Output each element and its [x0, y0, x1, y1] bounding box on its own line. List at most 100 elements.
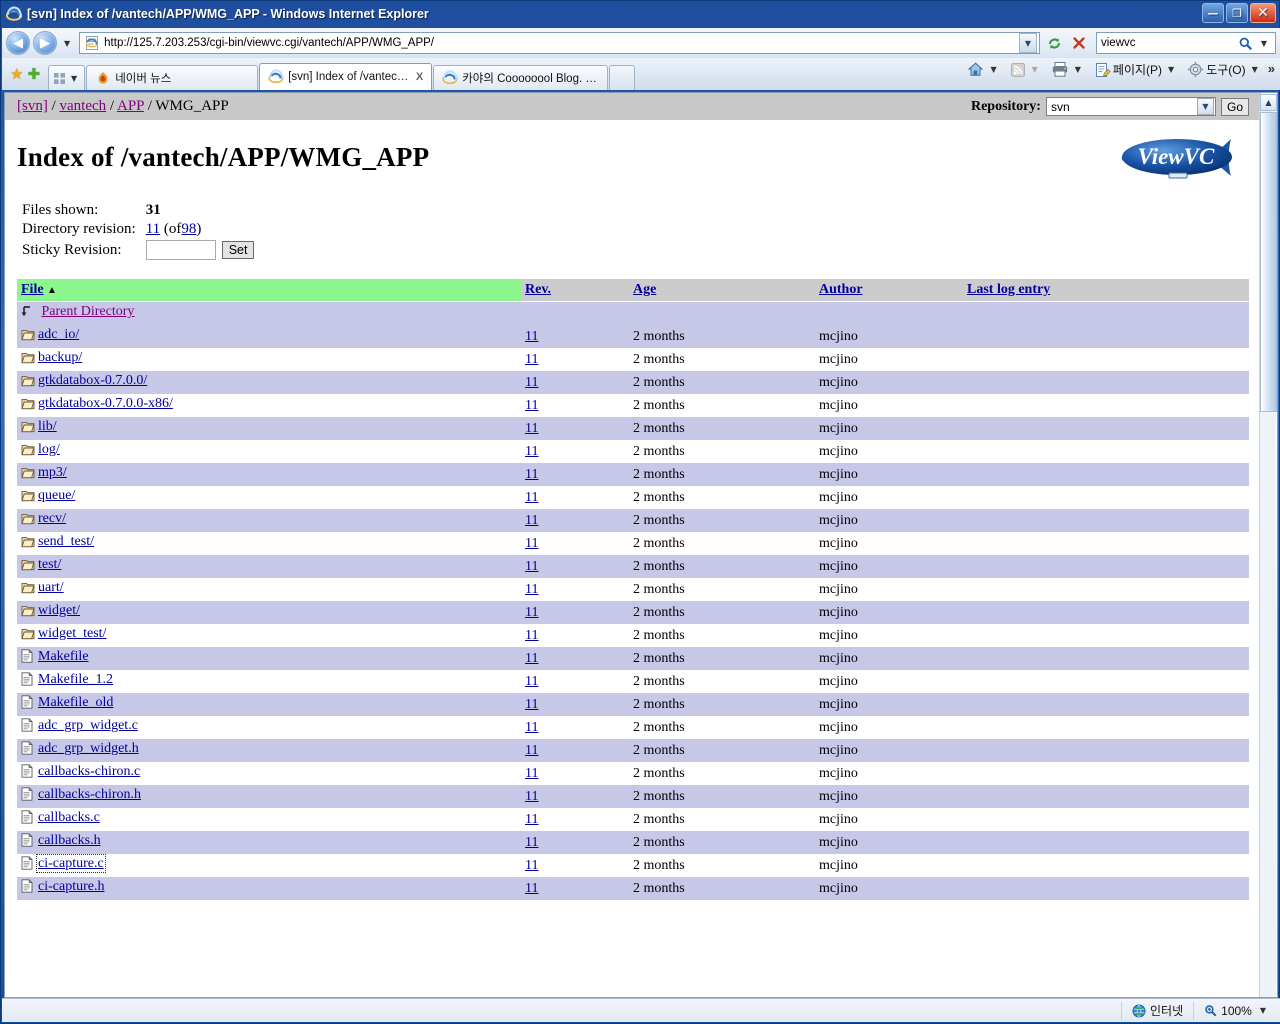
- directory-link[interactable]: send_test/: [38, 534, 94, 549]
- file-name-cell[interactable]: Makefile: [17, 647, 521, 670]
- revision-link[interactable]: 11: [525, 490, 538, 505]
- table-row[interactable]: Makefile_old 11 2 months mcjino: [17, 693, 1249, 716]
- directory-name-cell[interactable]: uart/: [17, 578, 521, 601]
- revision-cell[interactable]: 11: [521, 693, 629, 716]
- directory-link[interactable]: queue/: [38, 488, 75, 503]
- column-header-file[interactable]: File ▲: [17, 279, 521, 302]
- home-caret-icon[interactable]: ▼: [986, 65, 1000, 74]
- directory-name-cell[interactable]: queue/: [17, 486, 521, 509]
- revision-link[interactable]: 11: [525, 398, 538, 413]
- directory-name-cell[interactable]: mp3/: [17, 463, 521, 486]
- revision-cell[interactable]: 11: [521, 509, 629, 532]
- table-row[interactable]: callbacks.c 11 2 months mcjino: [17, 808, 1249, 831]
- minimize-button[interactable]: —: [1202, 3, 1224, 23]
- favorites-star-icon[interactable]: ★: [10, 66, 23, 82]
- zoom-control[interactable]: 100% ▼: [1193, 1001, 1280, 1020]
- table-row[interactable]: callbacks-chiron.h 11 2 months mcjino: [17, 785, 1249, 808]
- table-row[interactable]: callbacks-chiron.c 11 2 months mcjino: [17, 762, 1249, 785]
- tab-naver-news[interactable]: 네이버 뉴스: [86, 65, 259, 90]
- directory-link[interactable]: uart/: [38, 580, 64, 595]
- directory-link[interactable]: adc_io/: [38, 327, 79, 342]
- parent-directory-row[interactable]: Parent Directory: [17, 301, 1249, 325]
- revision-cell[interactable]: 11: [521, 854, 629, 877]
- tools-menu-button[interactable]: 도구(O) ▼: [1184, 61, 1265, 78]
- back-button[interactable]: ◀: [6, 31, 30, 55]
- revision-link[interactable]: 11: [525, 352, 538, 367]
- directory-name-cell[interactable]: widget/: [17, 601, 521, 624]
- directory-link[interactable]: widget/: [38, 603, 80, 618]
- table-row[interactable]: widget_test/11 2 months mcjino: [17, 624, 1249, 647]
- breadcrumb-item-vantech[interactable]: vantech: [60, 98, 107, 114]
- new-tab-button[interactable]: [609, 65, 636, 90]
- file-link[interactable]: adc_grp_widget.h: [38, 741, 139, 756]
- directory-link[interactable]: lib/: [38, 419, 57, 434]
- revision-cell[interactable]: 11: [521, 877, 629, 900]
- revision-cell[interactable]: 11: [521, 394, 629, 417]
- file-name-cell[interactable]: Makefile_1.2: [17, 670, 521, 693]
- repository-select[interactable]: svn ▼: [1045, 97, 1216, 116]
- directory-name-cell[interactable]: recv/: [17, 509, 521, 532]
- revision-cell[interactable]: 11: [521, 555, 629, 578]
- directory-name-cell[interactable]: gtkdatabox-0.7.0.0/: [17, 371, 521, 394]
- file-name-cell[interactable]: callbacks.c: [17, 808, 521, 831]
- feeds-button[interactable]: ▼: [1007, 62, 1045, 78]
- revision-link[interactable]: 11: [525, 743, 538, 758]
- revision-link[interactable]: 11: [525, 467, 538, 482]
- table-row[interactable]: gtkdatabox-0.7.0.0-x86/11 2 months mcjino: [17, 394, 1249, 417]
- revision-link[interactable]: 11: [525, 789, 538, 804]
- revision-cell[interactable]: 11: [521, 532, 629, 555]
- search-input[interactable]: viewvc: [1101, 37, 1235, 49]
- file-name-cell[interactable]: adc_grp_widget.h: [17, 739, 521, 762]
- revision-cell[interactable]: 11: [521, 486, 629, 509]
- address-bar[interactable]: http://125.7.203.253/cgi-bin/viewvc.cgi/…: [79, 32, 1040, 54]
- file-link[interactable]: callbacks-chiron.c: [38, 764, 140, 779]
- revision-link[interactable]: 11: [525, 858, 538, 873]
- breadcrumb-item-svn[interactable]: [svn]: [17, 98, 48, 114]
- add-to-favorites-icon[interactable]: ✚: [27, 66, 40, 82]
- print-button[interactable]: ▼: [1048, 61, 1088, 78]
- directory-link[interactable]: mp3/: [38, 465, 67, 480]
- parent-directory-cell[interactable]: Parent Directory: [17, 301, 521, 325]
- scrollbar-thumb[interactable]: [1260, 112, 1277, 412]
- file-link[interactable]: ci-capture.h: [38, 879, 104, 894]
- revision-link[interactable]: 11: [525, 881, 538, 896]
- directory-name-cell[interactable]: log/: [17, 440, 521, 463]
- tab-viewvc-index[interactable]: [svn] Index of /vantech/... X: [259, 63, 433, 90]
- file-link[interactable]: callbacks.h: [38, 833, 101, 848]
- revision-link[interactable]: 11: [525, 513, 538, 528]
- file-link[interactable]: callbacks-chiron.h: [38, 787, 141, 802]
- revision-cell[interactable]: 11: [521, 463, 629, 486]
- table-row[interactable]: widget/11 2 months mcjino: [17, 601, 1249, 624]
- revision-cell[interactable]: 11: [521, 325, 629, 348]
- revision-cell[interactable]: 11: [521, 440, 629, 463]
- search-icon[interactable]: [1235, 33, 1257, 53]
- sort-by-file-link[interactable]: File: [21, 282, 44, 297]
- revision-cell[interactable]: 11: [521, 624, 629, 647]
- parent-directory-link[interactable]: Parent Directory: [42, 304, 135, 319]
- table-row[interactable]: test/11 2 months mcjino: [17, 555, 1249, 578]
- print-caret-icon[interactable]: ▼: [1071, 65, 1085, 74]
- file-link[interactable]: Makefile_old: [38, 695, 113, 710]
- table-row[interactable]: gtkdatabox-0.7.0.0/11 2 months mcjino: [17, 371, 1249, 394]
- file-name-cell[interactable]: Makefile_old: [17, 693, 521, 716]
- directory-link[interactable]: log/: [38, 442, 60, 457]
- revision-link[interactable]: 11: [525, 444, 538, 459]
- tools-menu-caret-icon[interactable]: ▼: [1248, 65, 1262, 74]
- revision-link[interactable]: 11: [525, 651, 538, 666]
- revision-link[interactable]: 11: [525, 720, 538, 735]
- revision-link[interactable]: 11: [525, 375, 538, 390]
- revision-link[interactable]: 11: [525, 421, 538, 436]
- directory-link[interactable]: recv/: [38, 511, 66, 526]
- table-row[interactable]: callbacks.h 11 2 months mcjino: [17, 831, 1249, 854]
- stop-icon[interactable]: [1068, 32, 1090, 54]
- table-row[interactable]: ci-capture.c 11 2 months mcjino: [17, 854, 1249, 877]
- quick-tabs-button[interactable]: ▼: [48, 65, 86, 90]
- sort-by-author-link[interactable]: Author: [819, 282, 863, 297]
- vertical-scrollbar[interactable]: ▲: [1259, 94, 1277, 997]
- revision-cell[interactable]: 11: [521, 739, 629, 762]
- directory-name-cell[interactable]: test/: [17, 555, 521, 578]
- column-header-author[interactable]: Author: [815, 279, 963, 302]
- total-revisions-link[interactable]: 98: [181, 221, 196, 237]
- directory-revision-link[interactable]: 11: [146, 221, 160, 237]
- revision-cell[interactable]: 11: [521, 578, 629, 601]
